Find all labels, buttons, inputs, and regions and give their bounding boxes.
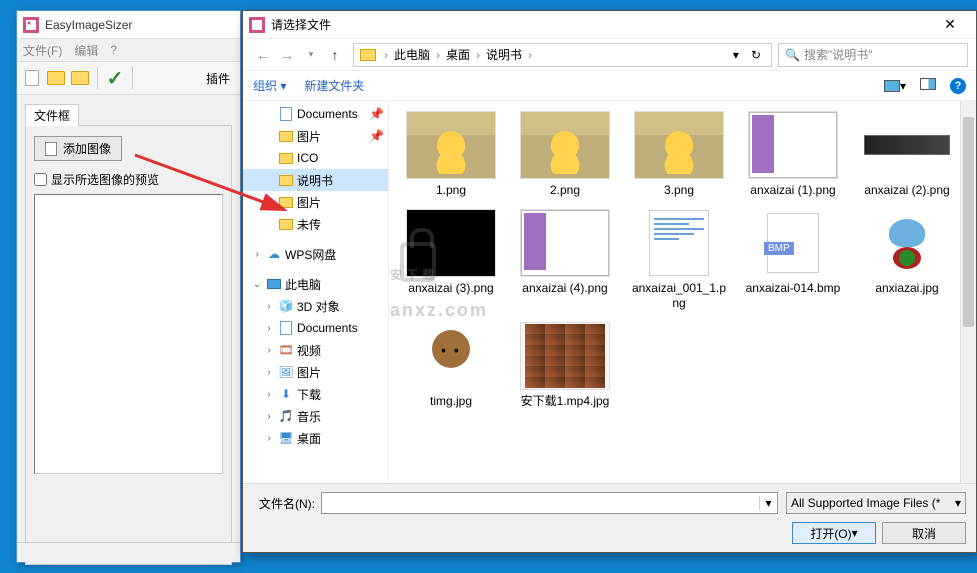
refresh-icon[interactable]: ↻ bbox=[749, 48, 763, 62]
file-item[interactable]: anxaizai (4).png bbox=[509, 205, 621, 316]
add-image-button[interactable]: 添加图像 bbox=[34, 136, 122, 161]
file-name: 安下载1.mp4.jpg bbox=[521, 394, 610, 410]
plugin-label[interactable]: 插件 bbox=[200, 68, 236, 89]
file-name: anxaizai (1).png bbox=[750, 183, 835, 199]
file-item[interactable]: anxaizai (2).png bbox=[851, 107, 963, 203]
tree-ico[interactable]: ICO bbox=[243, 147, 388, 169]
open-folder-button[interactable] bbox=[45, 67, 67, 89]
pin-icon: 📌 bbox=[369, 107, 384, 121]
watermark-lock-icon bbox=[400, 242, 436, 282]
file-item[interactable]: anxiazai.jpg bbox=[851, 205, 963, 316]
main-titlebar[interactable]: EasyImageSizer bbox=[17, 11, 240, 39]
dialog-titlebar[interactable]: 请选择文件 ✕ bbox=[243, 11, 976, 39]
file-list-area: 1.png 2.png 3.png anxaizai (1).png anxaizai … bbox=[389, 101, 976, 483]
statusbar bbox=[17, 542, 240, 562]
menubar: 文件(F) 编辑 ? bbox=[17, 39, 240, 61]
tree-shuomingshu[interactable]: 说明书 bbox=[243, 169, 388, 191]
file-item[interactable]: 2.png bbox=[509, 107, 621, 203]
nav-fwd-button[interactable]: → bbox=[275, 43, 299, 67]
menu-edit[interactable]: 编辑 bbox=[74, 42, 98, 59]
file-name: anxaizai (3).png bbox=[408, 281, 493, 297]
content: 文件框 添加图像 显示所选图像的预览 bbox=[17, 95, 240, 573]
crumb-shuomingshu[interactable]: 说明书 bbox=[484, 46, 524, 63]
preview-box bbox=[34, 194, 223, 474]
tree-pictures2[interactable]: 图片 bbox=[243, 191, 388, 213]
file-item[interactable]: BMPanxaizai-014.bmp bbox=[737, 205, 849, 316]
file-name: 2.png bbox=[550, 183, 580, 199]
command-bar: 组织 ▾ 新建文件夹 ▾ ? bbox=[243, 71, 976, 101]
tree-videos[interactable]: ›🎞视频 bbox=[243, 339, 388, 361]
tree-thispc[interactable]: ⌄此电脑 bbox=[243, 273, 388, 295]
new-file-button[interactable] bbox=[21, 67, 43, 89]
search-icon: 🔍 bbox=[785, 48, 800, 62]
view-mode-button[interactable]: ▾ bbox=[884, 79, 906, 93]
new-folder-button[interactable]: 新建文件夹 bbox=[304, 77, 364, 94]
app-icon bbox=[23, 17, 39, 33]
breadcrumb[interactable]: › 此电脑 › 桌面 › 说明书 › ▾↻ bbox=[353, 43, 772, 67]
file-name: anxaizai_001_1.png bbox=[629, 281, 729, 312]
dialog-title: 请选择文件 bbox=[271, 16, 930, 33]
nav-back-button[interactable]: ← bbox=[251, 43, 275, 67]
cancel-button[interactable]: 取消 bbox=[882, 522, 966, 544]
dialog-app-icon bbox=[249, 17, 265, 33]
apply-button[interactable]: ✓ bbox=[104, 67, 126, 89]
preview-checkbox[interactable] bbox=[34, 173, 47, 186]
scrollbar[interactable] bbox=[960, 101, 976, 483]
file-item[interactable]: anxaizai (1).png bbox=[737, 107, 849, 203]
tree-weichuan[interactable]: 未传 bbox=[243, 213, 388, 235]
file-name: timg.jpg bbox=[430, 394, 472, 410]
file-item[interactable]: 安下载1.mp4.jpg bbox=[509, 318, 621, 414]
tree-pictures-quick[interactable]: 图片📌 bbox=[243, 125, 388, 147]
file-item[interactable]: 3.png bbox=[623, 107, 735, 203]
file-item[interactable]: anxaizai_001_1.png bbox=[623, 205, 735, 316]
file-item[interactable]: timg.jpg bbox=[395, 318, 507, 414]
tree-wps[interactable]: ›☁WPS网盘 bbox=[243, 243, 388, 265]
tree-music[interactable]: ›🎵音乐 bbox=[243, 405, 388, 427]
tree-pictures3[interactable]: ›🖼图片 bbox=[243, 361, 388, 383]
app-title: EasyImageSizer bbox=[45, 18, 234, 32]
crumb-dd-icon[interactable]: ▾ bbox=[731, 48, 741, 62]
file-name: anxaizai-014.bmp bbox=[746, 281, 841, 297]
preview-label: 显示所选图像的预览 bbox=[51, 171, 159, 188]
navbar: ← → ▾ ↑ › 此电脑 › 桌面 › 说明书 › ▾↻ 🔍 搜索"说明书" bbox=[243, 39, 976, 71]
file-name: anxaizai (4).png bbox=[522, 281, 607, 297]
file-name: anxaizai (2).png bbox=[864, 183, 949, 199]
filename-label: 文件名(N): bbox=[253, 495, 315, 512]
nav-up-button[interactable]: ↑ bbox=[323, 43, 347, 67]
tree-downloads[interactable]: ›⬇下载 bbox=[243, 383, 388, 405]
filetype-filter[interactable]: All Supported Image Files (*▾ bbox=[786, 492, 966, 514]
nav-recent-button[interactable]: ▾ bbox=[299, 43, 323, 67]
menu-help[interactable]: ? bbox=[110, 43, 117, 57]
help-button[interactable]: ? bbox=[950, 78, 966, 94]
file-dialog: 请选择文件 ✕ ← → ▾ ↑ › 此电脑 › 桌面 › 说明书 › ▾↻ 🔍 … bbox=[242, 10, 977, 553]
tree-documents2[interactable]: ›Documents bbox=[243, 317, 388, 339]
tree-documents[interactable]: Documents📌 bbox=[243, 103, 388, 125]
tab-filebox[interactable]: 文件框 bbox=[25, 104, 79, 126]
toolbar: ✓ 插件 bbox=[17, 61, 240, 95]
preview-pane-button[interactable] bbox=[920, 78, 936, 93]
menu-file[interactable]: 文件(F) bbox=[23, 42, 62, 59]
file-name: anxiazai.jpg bbox=[875, 281, 938, 297]
organize-menu[interactable]: 组织 ▾ bbox=[253, 77, 286, 94]
file-name: 3.png bbox=[664, 183, 694, 199]
file-name: 1.png bbox=[436, 183, 466, 199]
close-button[interactable]: ✕ bbox=[930, 16, 970, 33]
folder-tree: Documents📌 图片📌 ICO 说明书 图片 未传 ›☁WPS网盘 ⌄此电… bbox=[243, 101, 389, 483]
crumb-desktop[interactable]: 桌面 bbox=[444, 46, 472, 63]
tree-desktop[interactable]: ›🖥桌面 bbox=[243, 427, 388, 449]
open-folder2-button[interactable] bbox=[69, 67, 91, 89]
main-window: EasyImageSizer 文件(F) 编辑 ? ✓ 插件 文件框 添加图像 … bbox=[16, 10, 241, 563]
filename-combo[interactable]: ▾ bbox=[321, 492, 778, 514]
dialog-footer: 文件名(N): ▾ All Supported Image Files (*▾ … bbox=[243, 483, 976, 552]
open-button[interactable]: 打开(O) ▾ bbox=[792, 522, 876, 544]
crumb-thispc[interactable]: 此电脑 bbox=[392, 46, 432, 63]
tree-3d-objects[interactable]: ›🧊3D 对象 bbox=[243, 295, 388, 317]
file-item[interactable]: 1.png bbox=[395, 107, 507, 203]
search-input[interactable]: 🔍 搜索"说明书" bbox=[778, 43, 968, 67]
